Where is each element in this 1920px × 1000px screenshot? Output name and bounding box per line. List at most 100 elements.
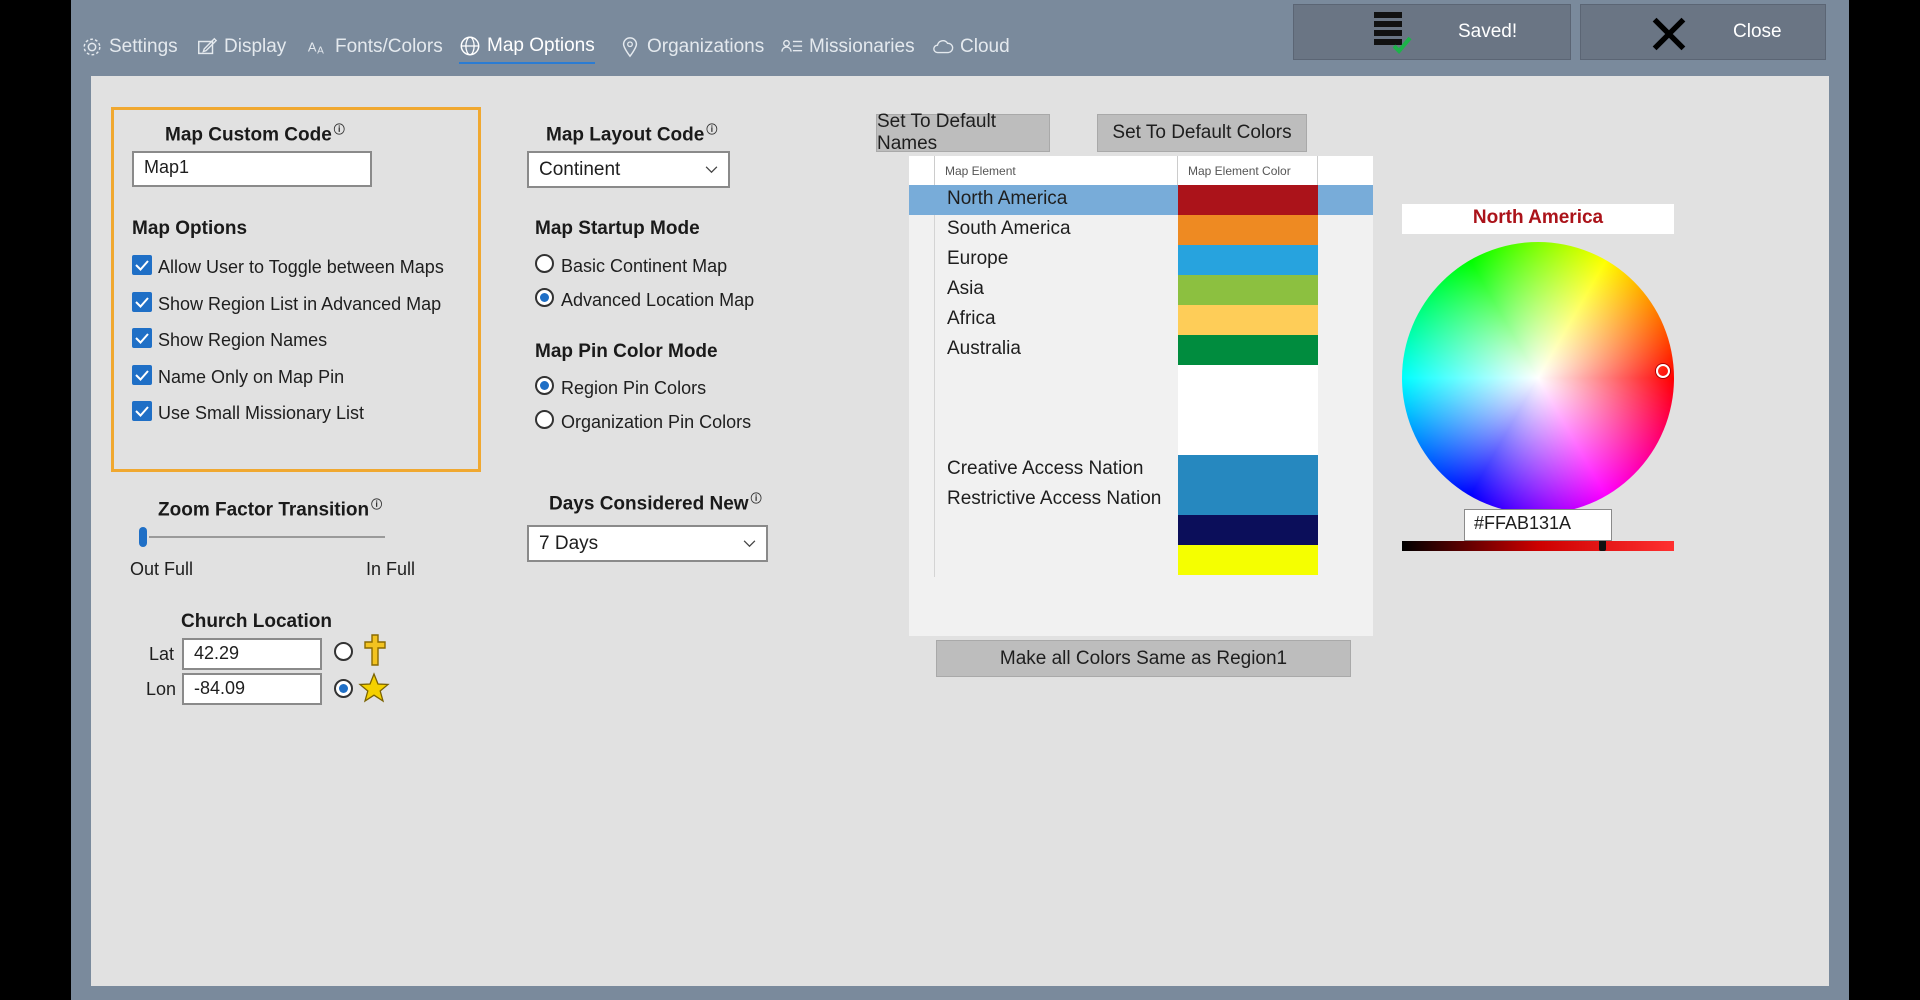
- saved-button[interactable]: Saved!: [1293, 4, 1571, 60]
- color-swatch[interactable]: [1178, 515, 1318, 545]
- longitude-input[interactable]: -84.09: [182, 673, 322, 705]
- make-colors-same-button[interactable]: Make all Colors Same as Region1: [936, 640, 1351, 677]
- map-layout-select[interactable]: Continent: [527, 151, 730, 188]
- tab-label: Cloud: [960, 36, 1010, 57]
- organization-pin-colors-radio[interactable]: [535, 410, 554, 429]
- color-swatch[interactable]: [1178, 455, 1318, 485]
- tab-settings[interactable]: Settings: [81, 30, 178, 64]
- grid-row[interactable]: [909, 425, 1373, 455]
- select-value: Continent: [539, 158, 621, 180]
- color-swatch[interactable]: [1178, 275, 1318, 305]
- info-icon: ⓘ: [750, 493, 762, 505]
- color-swatch[interactable]: [1178, 395, 1318, 425]
- region-pin-colors-radio[interactable]: [535, 376, 554, 395]
- color-swatch[interactable]: [1178, 305, 1318, 335]
- radio-label: Region Pin Colors: [561, 378, 707, 398]
- option-label: Use Small Missionary List: [158, 403, 365, 423]
- tab-organizations[interactable]: Organizations: [619, 30, 764, 64]
- zoom-slider-track[interactable]: [149, 536, 385, 538]
- grid-row[interactable]: Asia: [909, 275, 1373, 305]
- svg-text:A: A: [308, 40, 317, 55]
- grid-row[interactable]: Restrictive Access Nation: [909, 485, 1373, 515]
- map-pin-color-mode-title: Map Pin Color Mode: [535, 341, 718, 362]
- color-swatch[interactable]: [1178, 215, 1318, 245]
- map-element-grid: Map Element Map Element Color North Amer…: [909, 156, 1373, 636]
- tab-display[interactable]: Display: [196, 30, 286, 64]
- color-swatch[interactable]: [1178, 245, 1318, 275]
- tab-cloud[interactable]: Cloud: [932, 30, 1010, 64]
- close-label: Close: [1733, 21, 1782, 42]
- check-icon: [135, 297, 149, 308]
- region-name: South America: [947, 218, 1071, 239]
- lat-label: Lat: [149, 644, 175, 664]
- grid-corner: [909, 156, 935, 185]
- map-startup-mode-title: Map Startup Mode: [535, 218, 700, 239]
- map-custom-code-input[interactable]: Map1: [132, 151, 372, 187]
- radio-label: Organization Pin Colors: [561, 412, 752, 432]
- check-icon: [135, 260, 149, 271]
- color-swatch[interactable]: [1178, 425, 1318, 455]
- grid-row[interactable]: Australia: [909, 335, 1373, 365]
- color-swatch[interactable]: [1178, 545, 1318, 575]
- star-marker-radio[interactable]: [334, 679, 353, 698]
- zoom-max-label: In Full: [366, 559, 416, 579]
- set-default-names-button[interactable]: Set To Default Names: [876, 111, 1050, 154]
- grid-row[interactable]: [909, 365, 1373, 395]
- color-swatch[interactable]: [1178, 485, 1318, 515]
- tab-map-options[interactable]: Map Options: [459, 30, 595, 64]
- grid-row[interactable]: North America: [909, 185, 1373, 215]
- grid-row[interactable]: Africa: [909, 305, 1373, 335]
- info-icon: ⓘ: [333, 124, 345, 136]
- tab-fonts-colors[interactable]: AA Fonts/Colors: [307, 30, 443, 64]
- picker-title: North America: [1402, 204, 1674, 234]
- show-region-list-checkbox[interactable]: [132, 292, 152, 312]
- days-considered-new-title: Days Considered New ⓘ: [549, 493, 762, 515]
- church-location-title: Church Location: [181, 611, 332, 632]
- small-missionary-list-checkbox[interactable]: [132, 401, 152, 421]
- color-swatch[interactable]: [1178, 185, 1318, 215]
- basic-continent-radio[interactable]: [535, 254, 554, 273]
- svg-text:A: A: [317, 45, 324, 56]
- database-check-icon: [1374, 12, 1412, 54]
- latitude-input[interactable]: 42.29: [182, 638, 322, 670]
- region-name: Restrictive Access Nation: [947, 488, 1162, 509]
- allow-toggle-checkbox[interactable]: [132, 255, 152, 275]
- region-name: North America: [947, 188, 1068, 209]
- hex-color-input[interactable]: #FFAB131A: [1464, 509, 1612, 541]
- column-header-color[interactable]: Map Element Color: [1178, 156, 1318, 185]
- set-default-colors-button[interactable]: Set To Default Colors: [1097, 114, 1307, 152]
- color-swatch[interactable]: [1178, 365, 1318, 395]
- display-edit-icon: [198, 37, 218, 55]
- tab-label: Missionaries: [809, 36, 915, 57]
- map-options-title: Map Options: [132, 218, 248, 239]
- days-new-select[interactable]: 7 Days: [527, 525, 768, 562]
- region-name: Australia: [947, 338, 1021, 359]
- grid-row[interactable]: South America: [909, 215, 1373, 245]
- tab-missionaries[interactable]: Missionaries: [781, 30, 915, 64]
- map-layout-code-title: Map Layout Code ⓘ: [546, 124, 718, 146]
- cloud-icon: [933, 40, 954, 54]
- name-only-checkbox[interactable]: [132, 365, 152, 385]
- grid-row[interactable]: Europe: [909, 245, 1373, 275]
- people-list-icon: [781, 39, 803, 52]
- globe-icon: [460, 36, 480, 56]
- font-icon: AA: [308, 40, 324, 57]
- color-wheel[interactable]: [1402, 242, 1674, 514]
- tab-label: Settings: [109, 36, 178, 57]
- grid-row[interactable]: Creative Access Nation: [909, 455, 1373, 485]
- close-button[interactable]: Close: [1580, 4, 1826, 60]
- zoom-factor-title: Zoom Factor Transition ⓘ: [158, 499, 383, 521]
- color-swatch[interactable]: [1178, 335, 1318, 365]
- zoom-slider-thumb[interactable]: [139, 527, 147, 547]
- column-header-element[interactable]: Map Element: [935, 156, 1178, 185]
- cross-marker-radio[interactable]: [334, 642, 353, 661]
- brightness-slider[interactable]: [1402, 541, 1674, 551]
- color-wheel-handle[interactable]: [1656, 364, 1670, 378]
- info-icon: ⓘ: [706, 124, 718, 136]
- grid-row[interactable]: [909, 395, 1373, 425]
- show-region-names-checkbox[interactable]: [132, 328, 152, 348]
- advanced-location-radio[interactable]: [535, 288, 554, 307]
- grid-row[interactable]: [909, 545, 1373, 575]
- check-icon: [135, 406, 149, 417]
- grid-row[interactable]: [909, 515, 1373, 545]
